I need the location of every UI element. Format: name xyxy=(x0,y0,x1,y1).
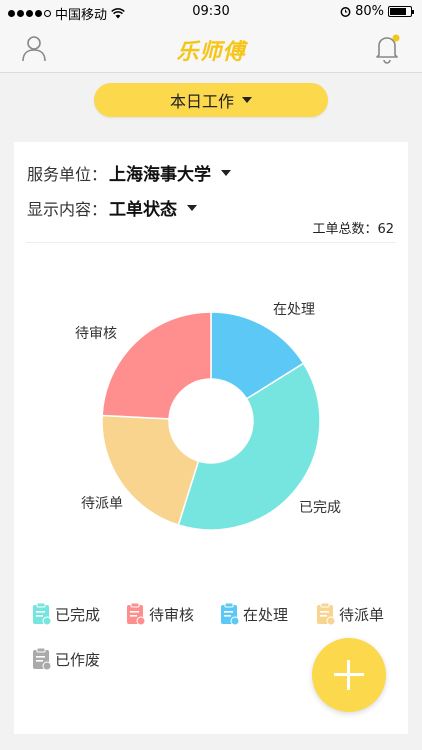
alarm-icon xyxy=(340,7,351,17)
donut-chart: 在处理已完成 待派单 待审核 xyxy=(75,302,341,531)
period-label: 本日工作 xyxy=(169,92,234,111)
legend-item[interactable]: 在处理 xyxy=(220,602,288,626)
nav-bar: 乐师傅 xyxy=(0,24,422,73)
add-button[interactable] xyxy=(312,638,386,712)
legend-label: 待审核 xyxy=(149,605,195,624)
pie-slice[interactable] xyxy=(101,311,212,420)
battery-percent: 80% xyxy=(355,4,384,19)
status-bar: 中国移动 09:30 80% xyxy=(0,0,422,24)
legend-label: 已完成 xyxy=(55,605,101,624)
slice-label: 待审核 xyxy=(75,326,117,342)
clipboard-clock-icon xyxy=(127,602,146,626)
slice-label: 待派单 xyxy=(81,496,123,512)
app-logo: 乐师傅 xyxy=(176,40,246,65)
bell-icon[interactable] xyxy=(372,32,402,64)
battery-icon xyxy=(388,6,414,17)
clipboard-list-icon xyxy=(317,602,336,626)
clipboard-edit-icon xyxy=(221,602,240,626)
legend-label: 已作废 xyxy=(55,650,101,669)
period-dropdown[interactable]: 本日工作 xyxy=(94,83,328,117)
slice-label: 在处理 xyxy=(273,302,315,318)
chevron-down-icon xyxy=(242,97,252,103)
legend-item[interactable]: 待审核 xyxy=(126,602,194,626)
slice-label: 已完成 xyxy=(299,500,341,516)
legend-item[interactable]: 待派单 xyxy=(316,602,384,626)
legend-label: 待派单 xyxy=(339,605,385,624)
legend-label: 在处理 xyxy=(243,605,289,624)
clipboard-void-icon xyxy=(33,647,52,671)
clipboard-check-icon xyxy=(33,602,52,626)
legend-item[interactable]: 已作废 xyxy=(32,647,100,671)
legend-item[interactable]: 已完成 xyxy=(32,602,100,626)
notification-dot xyxy=(392,34,400,42)
